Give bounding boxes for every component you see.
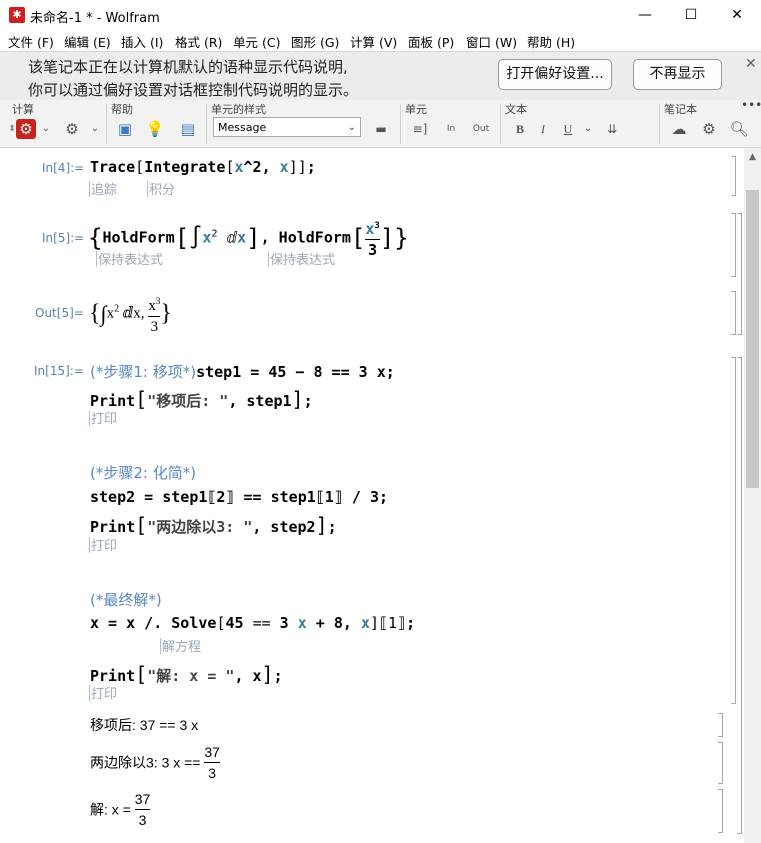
input-code-line[interactable]: step2 = step1⟦2⟧ == step1⟦1⟧ / 3;	[90, 488, 388, 506]
toolbar: 计算 帮助 单元的样式 单元 文本 笔记本 ••• ⬍ ⚙ ⌄ ⚙ ⌄ ▣ 💡 …	[0, 98, 761, 148]
dont-show-again-button[interactable]: 不再显示	[633, 59, 722, 90]
toolbar-group-cell-style: 单元的样式	[211, 103, 266, 116]
menu-edit[interactable]: 编辑 (E)	[64, 32, 111, 51]
abort-evaluation-icon[interactable]: ⚙	[62, 119, 82, 139]
cell-bracket[interactable]	[718, 742, 723, 784]
cell-bracket[interactable]	[731, 291, 736, 335]
search-icon[interactable]: 🔍︎	[729, 119, 749, 139]
cell-style-value: Message	[218, 121, 267, 134]
input-code-line[interactable]: Print["两边除以3: ", step2];	[90, 513, 337, 537]
menu-file[interactable]: 文件 (F)	[8, 32, 54, 51]
maximize-button[interactable]: ☐	[668, 0, 714, 30]
toolbar-group-cell: 单元	[405, 103, 427, 116]
toolbar-separator	[206, 104, 207, 144]
underline-icon[interactable]: U	[558, 119, 578, 139]
banner-text-line1: 该笔记本正在以计算机默认的语种显示代码说明,	[28, 58, 348, 76]
toolbar-group-text: 文本	[505, 103, 527, 116]
style-extra-icon[interactable]: ▬	[371, 119, 391, 139]
scroll-up-icon[interactable]: ▲	[744, 152, 761, 168]
cell-label: In[5]:=	[42, 231, 85, 245]
close-button[interactable]: ✕	[714, 0, 760, 30]
menu-cell[interactable]: 单元 (C)	[233, 32, 280, 51]
toolbar-separator	[500, 104, 501, 144]
toolbar-group-help: 帮助	[111, 103, 133, 116]
insert-input-icon[interactable]: In	[441, 119, 461, 139]
bold-icon[interactable]: B	[510, 119, 530, 139]
insert-output-icon[interactable]: Out	[471, 119, 491, 139]
code-hint: 打印	[89, 537, 118, 553]
cell-label: In[15]:=	[34, 364, 84, 378]
scrollbar-thumb[interactable]	[746, 190, 759, 488]
minimize-button[interactable]: —	[622, 0, 668, 30]
cell-bracket[interactable]	[731, 213, 736, 277]
toolbar-group-notebook: 笔记本	[664, 103, 697, 116]
cell-bracket[interactable]	[731, 357, 736, 704]
notebook-settings-icon[interactable]: ⚙	[699, 119, 719, 139]
input-comment[interactable]: (*最终解*)	[90, 589, 162, 610]
book-icon[interactable]: ▤	[178, 119, 198, 139]
menu-palettes[interactable]: 面板 (P)	[408, 32, 454, 51]
chevron-down-icon: ⌄	[347, 122, 356, 133]
toolbar-group-evaluation: 计算	[12, 103, 34, 116]
group-bracket[interactable]	[737, 357, 742, 834]
code-hint: 打印	[89, 685, 118, 701]
cell-bracket[interactable]	[731, 156, 736, 196]
cloud-upload-icon[interactable]: ☁	[669, 119, 689, 139]
cell-bracket[interactable]	[718, 713, 723, 737]
open-preferences-button[interactable]: 打开偏好设置...	[498, 59, 612, 90]
cell-label: In[4]:=	[42, 161, 85, 175]
window-title: 未命名-1 * - Wolfram	[30, 11, 160, 26]
code-hint: 保持表达式	[268, 251, 336, 267]
menu-help[interactable]: 帮助 (H)	[527, 32, 575, 51]
documentation-icon[interactable]: ▣	[115, 119, 135, 139]
cell-bracket-icon[interactable]: ≡]	[410, 119, 430, 139]
code-hint: 保持表达式	[96, 251, 164, 267]
code-hint: 积分	[147, 181, 176, 197]
menu-insert[interactable]: 插入 (I)	[121, 32, 163, 51]
chevron-down-icon[interactable]: ⌄	[36, 119, 56, 139]
print-output[interactable]: 两边除以3: 3 x == 37 3	[90, 743, 220, 782]
banner-close-icon[interactable]: ✕	[745, 56, 757, 72]
print-output[interactable]: 解: x = 37 3	[90, 790, 151, 829]
cell-bracket[interactable]	[718, 789, 723, 833]
lightbulb-icon[interactable]: 💡	[145, 119, 165, 139]
toolbar-separator	[400, 104, 401, 144]
title-bar: ✱ 未命名-1 * - Wolfram — ☐ ✕	[0, 0, 761, 30]
input-code-line[interactable]: x = x /. Solve[45 == 3 x + 8, x]⟦1⟧;	[90, 614, 415, 632]
banner-text-line2: 你可以通过偏好设置对话框控制代码说明的显示。	[28, 81, 359, 99]
input-code-line[interactable]: Print["移项后: ", step1];	[90, 387, 313, 411]
input-code[interactable]: Trace[Integrate[x^2, x]];	[90, 158, 316, 176]
info-banner: 该笔记本正在以计算机默认的语种显示代码说明, 你可以通过偏好设置对话框控制代码说…	[0, 51, 761, 101]
group-bracket[interactable]	[737, 213, 742, 335]
input-code-line[interactable]: (*步骤1: 移项*)step1 = 45 − 8 == 3 x;	[90, 361, 395, 382]
cell-style-dropdown[interactable]: Message ⌄	[213, 117, 361, 137]
chevron-down-icon[interactable]: ⌄	[85, 119, 105, 139]
chevron-down-icon[interactable]: ⌄	[578, 119, 598, 139]
italic-icon[interactable]: I	[533, 119, 553, 139]
expand-icon[interactable]: ⇊	[602, 119, 622, 139]
toolbar-more-icon[interactable]: •••	[741, 98, 761, 112]
toolbar-separator	[106, 104, 107, 144]
input-code-line[interactable]: Print["解: x = ", x];	[90, 662, 283, 686]
input-comment[interactable]: (*步骤2: 化简*)	[90, 462, 196, 483]
code-hint: 追踪	[89, 181, 118, 197]
menu-bar: 文件 (F) 编辑 (E) 插入 (I) 格式 (R) 单元 (C) 图形 (G…	[0, 30, 761, 50]
menu-window[interactable]: 窗口 (W)	[466, 32, 517, 51]
print-output[interactable]: 移项后: 37 == 3 x	[90, 715, 198, 735]
evaluate-gear-icon[interactable]: ⚙	[16, 119, 36, 139]
menu-graphics[interactable]: 图形 (G)	[291, 32, 339, 51]
toolbar-separator	[659, 104, 660, 144]
code-hint: 打印	[89, 410, 118, 426]
wolfram-logo-icon: ✱	[9, 7, 25, 23]
menu-format[interactable]: 格式 (R)	[175, 32, 222, 51]
menu-evaluation[interactable]: 计算 (V)	[350, 32, 397, 51]
output-expression[interactable]: {∫x2 ⅆx, x3 3}	[89, 292, 172, 336]
cell-label: Out[5]=	[35, 306, 84, 320]
code-hint: 解方程	[160, 638, 202, 654]
